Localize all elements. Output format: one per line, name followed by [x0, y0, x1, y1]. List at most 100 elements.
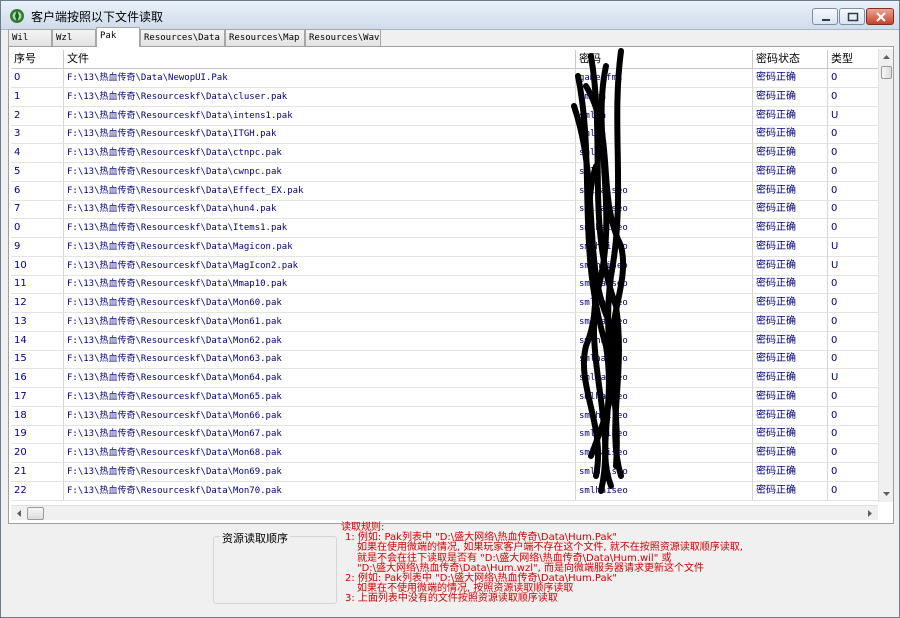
table-row[interactable]: 19 F:\13\热血传奇\Resourceskf\Data\Mon67.pak s…: [11, 425, 883, 445]
cell-index: 17: [11, 387, 64, 407]
table-row[interactable]: 17 F:\13\热血传奇\Resourceskf\Data\Mon65.pak s…: [11, 387, 883, 407]
cell-password: smlhaiseo: [576, 369, 753, 388]
cell-index: 9: [11, 237, 64, 257]
cell-file: F:\13\热血传奇\Resourceskf\Data\cwnpc.pak: [64, 162, 576, 182]
cell-type: 0: [828, 444, 883, 463]
cell-index: 13: [11, 312, 64, 332]
cell-type: 0: [828, 219, 883, 238]
title-bar[interactable]: 客户端按照以下文件读取: [1, 1, 899, 30]
cell-password: smlhaiseo: [576, 425, 753, 445]
table-row[interactable]: 22 F:\13\热血传奇\Resourceskf\Data\Mon70.pak s…: [11, 481, 883, 501]
cell-type: 0: [828, 481, 883, 501]
table-row[interactable]: 3 F:\13\热血传奇\Resourceskf\Data\ITGH.pak sml…: [11, 125, 883, 145]
cell-type: 0: [828, 331, 883, 351]
maximize-icon: [847, 12, 859, 22]
table-row[interactable]: 0 F:\13\热血传奇\Data\NewopUI.Pak gameofmi 密码正确…: [11, 69, 883, 88]
cell-index: 0: [11, 69, 64, 88]
tab-wil[interactable]: Wil: [8, 29, 52, 46]
cell-password-status: 密码正确: [753, 350, 828, 370]
cell-password-status: 密码正确: [753, 144, 828, 163]
cell-index: 16: [11, 369, 64, 388]
table-row[interactable]: 12 F:\13\热血传奇\Resourceskf\Data\Mon60.pak s…: [11, 294, 883, 313]
cell-password-status: 密码正确: [753, 237, 828, 257]
cell-type: U: [828, 106, 883, 126]
column-header-password[interactable]: 密码: [576, 50, 753, 69]
cell-password-status: 密码正确: [753, 219, 828, 238]
table-row[interactable]: 4 F:\13\热血传奇\Resourceskf\Data\ctnpc.pak sm…: [11, 144, 883, 163]
column-header-type[interactable]: 类型: [828, 50, 883, 69]
column-header-index[interactable]: 序号: [11, 50, 64, 69]
cell-type: 0: [828, 294, 883, 313]
vertical-scrollbar[interactable]: [878, 49, 893, 502]
table-row[interactable]: 20 F:\13\热血传奇\Resourceskf\Data\Mon68.pak s…: [11, 444, 883, 463]
tab-wzl[interactable]: Wzl: [52, 29, 96, 46]
tab-resources-wav[interactable]: Resources\Wav: [305, 29, 381, 46]
minimize-button[interactable]: [812, 8, 838, 25]
cell-file: F:\13\热血传奇\Resourceskf\Data\Mon66.pak: [64, 406, 576, 426]
cell-password: smlha: [576, 125, 753, 145]
table-row[interactable]: 5 F:\13\热血传奇\Resourceskf\Data\cwnpc.pak sm…: [11, 162, 883, 182]
cell-password-status: 密码正确: [753, 462, 828, 482]
tab-resources-map[interactable]: Resources\Map: [225, 29, 305, 46]
cell-password: smlhaiseo: [576, 406, 753, 426]
cell-type: 0: [828, 200, 883, 220]
cell-file: F:\13\热血传奇\Resourceskf\Data\Magicon.pak: [64, 237, 576, 257]
table-row[interactable]: 7 F:\13\热血传奇\Resourceskf\Data\hun4.pak sml…: [11, 200, 883, 220]
cell-index: 22: [11, 481, 64, 501]
table-row[interactable]: 18 F:\13\热血传奇\Resourceskf\Data\Mon66.pak s…: [11, 406, 883, 426]
table-row[interactable]: 9 F:\13\热血传奇\Resourceskf\Data\Magicon.pak…: [11, 237, 883, 257]
cell-type: 0: [828, 87, 883, 107]
horizontal-scrollbar[interactable]: [11, 505, 878, 520]
column-header-password-status[interactable]: 密码状态: [753, 50, 828, 69]
horizontal-scroll-thumb[interactable]: [27, 507, 44, 520]
cell-file: F:\13\热血传奇\Resourceskf\Data\Mon62.pak: [64, 331, 576, 351]
close-button[interactable]: [866, 8, 894, 25]
maximize-button[interactable]: [839, 8, 865, 25]
scroll-left-icon[interactable]: [11, 506, 26, 521]
notes-line: 3: 上面列表中没有的文件按照资源读取顺序读取: [345, 593, 558, 605]
cell-password-status: 密码正确: [753, 87, 828, 107]
table-row[interactable]: 6 F:\13\热血传奇\Resourceskf\Data\Effect_EX.p…: [11, 181, 883, 201]
cell-password-status: 密码正确: [753, 425, 828, 445]
table-row[interactable]: 10 F:\13\热血传奇\Resourceskf\Data\MagIcon2.p…: [11, 256, 883, 276]
cell-type: 0: [828, 406, 883, 426]
app-icon: [10, 9, 24, 23]
scroll-right-icon[interactable]: [863, 506, 878, 521]
column-header-file[interactable]: 文件: [64, 50, 576, 69]
cell-type: 0: [828, 462, 883, 482]
table-row[interactable]: 11 F:\13\热血传奇\Resourceskf\Data\Mmap10.pak…: [11, 275, 883, 295]
cell-index: 19: [11, 425, 64, 445]
cell-password: smlhaiseo: [576, 312, 753, 332]
table-row[interactable]: 0 F:\13\热血传奇\Resourceskf\Data\Items1.pak s…: [11, 219, 883, 238]
window-title: 客户端按照以下文件读取: [31, 10, 164, 24]
cell-index: 18: [11, 406, 64, 426]
cell-index: 0: [11, 219, 64, 238]
cell-password-status: 密码正确: [753, 200, 828, 220]
table-row[interactable]: 2 F:\13\热血传奇\Resourceskf\Data\intens1.pak…: [11, 106, 883, 126]
pak-file-table[interactable]: 序号 文件 密码 密码状态 类型 0 F:\13\热血传奇\Data\NewopU…: [11, 50, 883, 501]
cell-file: F:\13\热血传奇\Data\NewopUI.Pak: [64, 69, 576, 88]
table-row[interactable]: 16 F:\13\热血传奇\Resourceskf\Data\Mon64.pak s…: [11, 369, 883, 388]
cell-index: 2: [11, 106, 64, 126]
cell-password-status: 密码正确: [753, 125, 828, 145]
scroll-up-icon[interactable]: [879, 49, 894, 64]
cell-password-status: 密码正确: [753, 481, 828, 501]
scroll-down-icon[interactable]: [879, 487, 894, 502]
table-row[interactable]: 13 F:\13\热血传奇\Resourceskf\Data\Mon61.pak s…: [11, 312, 883, 332]
cell-index: 10: [11, 256, 64, 276]
cell-password: smlha: [576, 162, 753, 182]
table-row[interactable]: 1 F:\13\热血传奇\Resourceskf\Data\cluser.pak s…: [11, 87, 883, 107]
cell-index: 12: [11, 294, 64, 313]
tab-pak[interactable]: Pak: [96, 27, 140, 47]
tab-resources-data[interactable]: Resources\Data: [140, 29, 225, 46]
cell-password: smlhaiseo: [576, 275, 753, 295]
vertical-scroll-thumb[interactable]: [881, 66, 892, 79]
cell-password: smlhaiseo: [576, 237, 753, 257]
cell-type: U: [828, 237, 883, 257]
table-row[interactable]: 21 F:\13\热血传奇\Resourceskf\Data\Mon69.pak s…: [11, 462, 883, 482]
cell-file: F:\13\热血传奇\Resourceskf\Data\Mon63.pak: [64, 350, 576, 370]
cell-password-status: 密码正确: [753, 294, 828, 313]
table-row[interactable]: 15 F:\13\热血传奇\Resourceskf\Data\Mon63.pak s…: [11, 350, 883, 370]
pak-list-panel: 序号 文件 密码 密码状态 类型 0 F:\13\热血传奇\Data\NewopU…: [8, 46, 894, 524]
table-row[interactable]: 14 F:\13\热血传奇\Resourceskf\Data\Mon62.pak s…: [11, 331, 883, 351]
